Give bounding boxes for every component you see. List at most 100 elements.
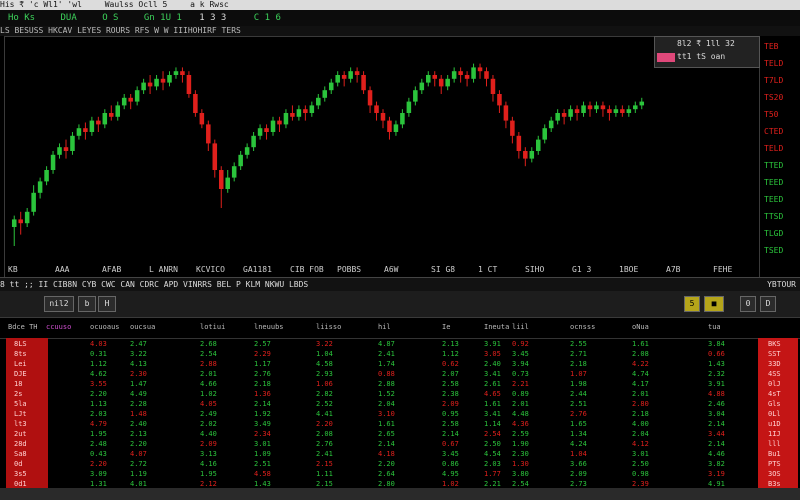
table-cell[interactable]: 2.41 <box>378 350 395 358</box>
column-header[interactable]: Ineuta <box>484 323 509 331</box>
table-cell[interactable]: 2.14 <box>442 430 459 438</box>
table-cell[interactable]: 1.61 <box>484 400 501 408</box>
table-cell[interactable]: 3.66 <box>570 460 587 468</box>
table-cell[interactable]: 1.95 <box>200 470 217 478</box>
table-cell[interactable]: 3.09 <box>90 470 107 478</box>
toolbar-right-button-3[interactable]: 0 <box>740 296 756 312</box>
table-cell[interactable]: 2.39 <box>632 480 649 488</box>
menu-item-6[interactable]: C 1 6 <box>254 13 281 23</box>
table-cell[interactable]: 2.76 <box>254 370 271 378</box>
table-cell[interactable]: 0.67 <box>442 440 459 448</box>
table-cell[interactable]: 2.34 <box>254 430 271 438</box>
table-cell[interactable]: 2.52 <box>316 400 333 408</box>
table-cell[interactable]: 2.03 <box>90 410 107 418</box>
table-cell[interactable]: 2.09 <box>442 400 459 408</box>
table-cell[interactable]: 0.43 <box>90 450 107 458</box>
table-cell[interactable]: 2.20 <box>90 460 107 468</box>
table-cell[interactable]: 1.04 <box>570 450 587 458</box>
column-header[interactable]: ccuuso <box>46 323 71 331</box>
table-cell[interactable]: 2.71 <box>570 350 587 358</box>
table-cell[interactable]: 0.92 <box>512 340 529 348</box>
table-cell[interactable]: 4.91 <box>708 480 725 488</box>
table-cell[interactable]: 2.04 <box>632 430 649 438</box>
table-cell[interactable]: 2.20 <box>378 460 395 468</box>
table-cell[interactable]: 2.61 <box>484 380 501 388</box>
table-cell[interactable]: 1.06 <box>316 380 333 388</box>
table-cell[interactable]: 0.89 <box>512 390 529 398</box>
table-cell[interactable]: 4.54 <box>484 450 501 458</box>
table-cell[interactable]: 4.88 <box>708 390 725 398</box>
table-cell[interactable]: 4.01 <box>130 480 147 488</box>
table-cell[interactable]: 4.95 <box>442 470 459 478</box>
table-cell[interactable]: 3.80 <box>512 470 529 478</box>
table-cell[interactable]: 4.62 <box>90 370 107 378</box>
table-cell[interactable]: 2.73 <box>570 480 587 488</box>
table-cell[interactable]: 4.24 <box>570 440 587 448</box>
table-cell[interactable]: 2.02 <box>200 420 217 428</box>
table-cell[interactable]: 2.09 <box>200 440 217 448</box>
table-cell[interactable]: 1.77 <box>484 470 501 478</box>
table-cell[interactable]: 3.22 <box>130 350 147 358</box>
toolbar-button-3[interactable]: H <box>98 296 116 312</box>
table-cell[interactable]: 4.00 <box>632 420 649 428</box>
table-cell[interactable]: 2.50 <box>484 440 501 448</box>
table-cell[interactable]: 1.17 <box>254 360 271 368</box>
table-cell[interactable]: 2.65 <box>378 430 395 438</box>
table-cell[interactable]: 4.12 <box>632 440 649 448</box>
table-cell[interactable]: 1.19 <box>130 470 147 478</box>
table-cell[interactable]: 1.12 <box>442 350 459 358</box>
column-header[interactable]: Ie <box>442 323 450 331</box>
table-cell[interactable]: 2.30 <box>512 450 529 458</box>
table-cell[interactable]: 1.12 <box>90 360 107 368</box>
column-header[interactable]: liisso <box>316 323 341 331</box>
table-cell[interactable]: 2.64 <box>378 470 395 478</box>
table-cell[interactable]: 3.10 <box>378 410 395 418</box>
column-header[interactable]: ocnsss <box>570 323 595 331</box>
table-cell[interactable]: 3.45 <box>512 350 529 358</box>
table-cell[interactable]: 4.74 <box>632 370 649 378</box>
table-cell[interactable]: 3.13 <box>200 450 217 458</box>
table-cell[interactable]: 2.59 <box>512 430 529 438</box>
table-cell[interactable]: 2.08 <box>316 430 333 438</box>
table-cell[interactable]: 2.20 <box>316 420 333 428</box>
table-cell[interactable]: 2.48 <box>90 440 107 448</box>
table-cell[interactable]: 2.55 <box>570 340 587 348</box>
table-cell[interactable]: 3.04 <box>708 410 725 418</box>
table-cell[interactable]: 3.41 <box>484 370 501 378</box>
table-cell[interactable]: 1.92 <box>254 410 271 418</box>
table-cell[interactable]: 1.13 <box>90 400 107 408</box>
menu-item-4[interactable]: Gn 1U 1 <box>144 13 182 23</box>
table-cell[interactable]: 1.61 <box>632 340 649 348</box>
table-cell[interactable]: 2.01 <box>632 390 649 398</box>
table-cell[interactable]: 2.01 <box>200 370 217 378</box>
table-cell[interactable]: 4.13 <box>130 360 147 368</box>
table-cell[interactable]: 2.44 <box>570 390 587 398</box>
table-cell[interactable]: 0.66 <box>708 350 725 358</box>
table-cell[interactable]: 1.07 <box>570 370 587 378</box>
table-cell[interactable]: 2.14 <box>378 440 395 448</box>
table-cell[interactable]: 2.14 <box>708 420 725 428</box>
table-cell[interactable]: 4.79 <box>90 420 107 428</box>
table-cell[interactable]: 2.20 <box>130 440 147 448</box>
table-cell[interactable]: 3.44 <box>708 430 725 438</box>
table-cell[interactable]: 4.65 <box>484 390 501 398</box>
table-cell[interactable]: 4.03 <box>90 340 107 348</box>
table-cell[interactable]: 2.46 <box>708 400 725 408</box>
table-cell[interactable]: 4.22 <box>632 360 649 368</box>
menu-item-1[interactable]: Ho Ks <box>8 13 35 23</box>
table-cell[interactable]: 4.05 <box>200 400 217 408</box>
table-cell[interactable]: 1.43 <box>708 360 725 368</box>
table-cell[interactable]: 3.19 <box>708 470 725 478</box>
column-header[interactable]: oNua <box>632 323 649 331</box>
table-cell[interactable]: 4.58 <box>316 360 333 368</box>
table-cell[interactable]: 1.47 <box>130 380 147 388</box>
table-cell[interactable]: 2.18 <box>254 380 271 388</box>
table-cell[interactable]: 0.31 <box>90 350 107 358</box>
toolbar-right-button-1[interactable]: 5 <box>684 296 700 312</box>
table-cell[interactable]: 0.95 <box>442 410 459 418</box>
table-cell[interactable]: 2.15 <box>316 460 333 468</box>
toolbar-button-1[interactable]: nil2 <box>44 296 74 312</box>
table-cell[interactable]: 3.91 <box>708 380 725 388</box>
column-header[interactable]: hil <box>378 323 391 331</box>
table-cell[interactable]: 2.58 <box>442 420 459 428</box>
